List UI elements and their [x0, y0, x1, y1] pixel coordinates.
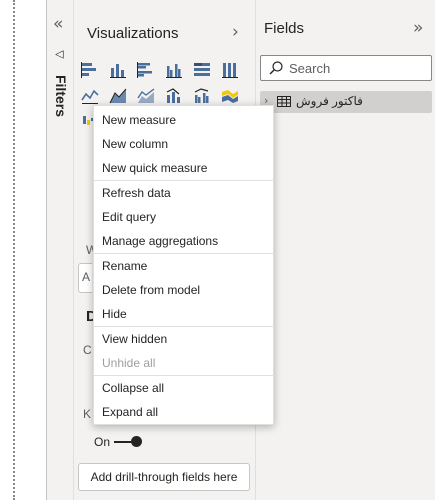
fields-title: Fields: [264, 20, 305, 37]
ribbon-chart-icon[interactable]: [220, 86, 240, 106]
line-and-clustered-column-chart-icon[interactable]: [192, 86, 212, 106]
line-chart-icon[interactable]: [80, 86, 100, 106]
menu-item-edit-query[interactable]: Edit query: [94, 205, 275, 229]
menu-item-unhide-all: Unhide all: [102, 356, 156, 370]
line-and-column-chart-icon[interactable]: [164, 86, 184, 106]
context-menu: New measure New column New quick measure Re…: [93, 105, 275, 425]
clustered-column-chart-icon[interactable]: [164, 60, 184, 80]
menu-item-new-measure[interactable]: New measure: [94, 108, 275, 132]
field-table-row[interactable]: › فاکتور فروش: [260, 91, 432, 113]
stacked-column-chart-icon[interactable]: [108, 60, 128, 80]
area-chart-icon[interactable]: [108, 86, 128, 106]
clustered-bar-chart-icon[interactable]: [136, 60, 156, 80]
cross-report-letter: C: [83, 343, 92, 357]
search-input[interactable]: [289, 59, 429, 77]
menu-item-hide[interactable]: Hide: [94, 302, 275, 326]
filters-label: Filters: [53, 74, 69, 117]
menu-item-expand-all[interactable]: Expand all: [94, 400, 275, 424]
collapse-fields-icon[interactable]: »: [413, 18, 423, 38]
fields-pane: Fields » › فاکتور فروش: [256, 0, 435, 500]
visualizations-title: Visualizations: [87, 25, 179, 42]
100-percent-bar-chart-icon[interactable]: [192, 60, 212, 80]
add-drill-through-fields-well[interactable]: Add drill-through fields here: [78, 463, 250, 491]
menu-item-view-hidden[interactable]: View hidden: [94, 327, 275, 351]
keep-filters-letter: K: [83, 407, 92, 421]
menu-item-new-column[interactable]: New column: [94, 132, 275, 156]
menu-item-refresh-data[interactable]: Refresh data: [94, 181, 275, 205]
expand-visualizations-icon[interactable]: ›: [232, 22, 239, 42]
toggle-knob[interactable]: [131, 436, 142, 447]
menu-item-rename[interactable]: Rename: [94, 254, 275, 278]
funnel-icon: ▽: [53, 50, 67, 59]
menu-item-collapse-all[interactable]: Collapse all: [94, 376, 275, 400]
menu-item-manage-aggregations[interactable]: Manage aggregations: [94, 229, 275, 253]
search-icon: [269, 61, 283, 75]
canvas-dotted-border: [13, 0, 15, 500]
fields-search-box[interactable]: [260, 55, 432, 81]
report-canvas-edge: [0, 0, 46, 500]
100-percent-column-chart-icon[interactable]: [220, 60, 240, 80]
table-icon: [277, 96, 291, 107]
filters-pane-header[interactable]: ▽ Filters: [50, 48, 72, 128]
stacked-area-chart-icon[interactable]: [136, 86, 156, 106]
collapse-filters-icon[interactable]: «: [53, 16, 63, 33]
filters-pane: « ▽ Filters: [46, 0, 74, 500]
keep-filters-toggle-label: On: [94, 435, 111, 449]
values-well-letter: A: [82, 270, 91, 284]
stacked-bar-chart-icon[interactable]: [80, 60, 100, 80]
menu-item-new-quick-measure[interactable]: New quick measure: [94, 156, 275, 180]
table-name: فاکتور فروش: [296, 94, 363, 108]
menu-item-delete-from-model[interactable]: Delete from model: [94, 278, 275, 302]
